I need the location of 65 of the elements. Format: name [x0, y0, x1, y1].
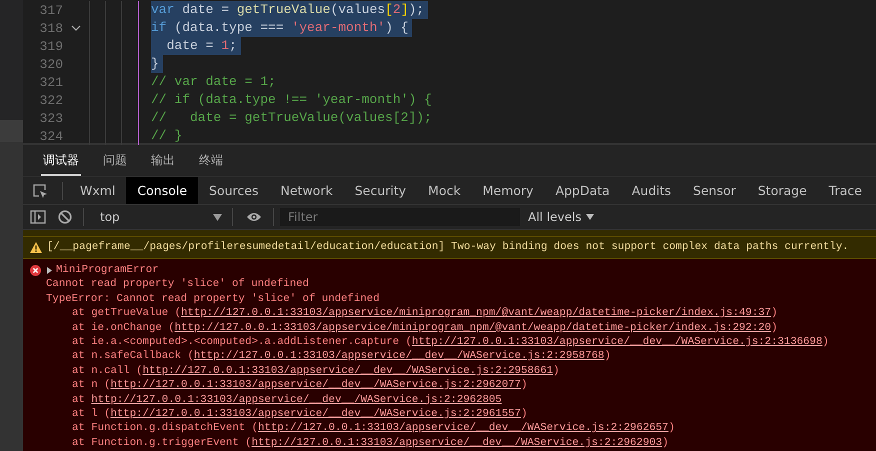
caret-icon — [586, 214, 594, 220]
code-line: // } — [151, 127, 184, 145]
stack-trace-line: at n.safeCallback (http://127.0.0.1:33103/appservice/__dev__/WAService.js:2:2958768) — [71, 349, 612, 364]
code-line: // var date = 1; — [151, 73, 277, 91]
stack-trace-line: at n.call (http://127.0.0.1:33103/appservice/__dev__/WAService.js:2:2958661) — [71, 364, 560, 378]
eye-icon[interactable] — [246, 211, 262, 223]
line-number: 317 — [38, 2, 63, 18]
devtools-tab[interactable]: Mock — [417, 177, 472, 204]
devtools-tab[interactable]: Trace — [818, 177, 873, 204]
warning-icon — [30, 242, 42, 253]
stack-trace-line: at Function.g.triggerEvent (http://127.0.0.1:33103/appservice/__dev__/WAService.js:2:2962903) — [71, 436, 670, 450]
devtools-tab[interactable]: AppData — [544, 177, 621, 204]
panel-tab[interactable]: 调试器 — [41, 146, 81, 176]
source-link[interactable]: http://127.0.0.1:33103/appservice/miniprogram_npm/@vant/weapp/datetime-picker/index.js:292:20 — [174, 322, 772, 334]
clear-icon[interactable] — [58, 210, 72, 224]
error-icon — [30, 265, 41, 276]
warning-text: [/__pageframe__/pages/profileresumedetail/education/education] Two-way binding does not support complex data paths currently. — [47, 240, 849, 254]
source-link[interactable]: http://127.0.0.1:33103/appservice/__dev__/WAService.js:2:2958768 — [194, 350, 604, 362]
source-link[interactable]: http://127.0.0.1:33103/appservice/__dev__/WAService.js:2:3136698 — [412, 336, 822, 348]
line-number: 320 — [38, 56, 63, 72]
filter-field[interactable]: Filter — [280, 208, 520, 226]
devtools-tab[interactable]: Security — [344, 177, 418, 204]
panel-tab[interactable]: 输出 — [149, 146, 177, 176]
stack-trace-line: at getTrueValue (http://127.0.0.1:33103/appservice/miniprogram_npm/@vant/weapp/datetime-picker/index.js:49:37) — [71, 306, 778, 321]
devtools-tab[interactable]: Sensor — [682, 177, 747, 204]
panel-tab[interactable]: 问题 — [101, 146, 129, 176]
code-line: // if (data.type !== 'year-month') { — [151, 91, 433, 109]
line-number: 318 — [38, 20, 63, 36]
source-link[interactable]: http://127.0.0.1:33103/appservice/miniprogram_npm/@vant/weapp/datetime-picker/index.js:49:37 — [181, 307, 772, 320]
devtools-tab[interactable]: Storage — [746, 177, 818, 204]
stack-trace-line: at ie.onChange (http://127.0.0.1:33103/appservice/miniprogram_npm/@vant/weapp/datetime-picker/index.js:292:20) — [71, 320, 779, 336]
devtools-tab[interactable]: Console — [126, 177, 198, 204]
caret-icon — [213, 214, 222, 220]
devtools-tab[interactable]: Wxml — [69, 177, 126, 204]
stack-trace-line: at n (http://127.0.0.1:33103/appservice/__dev__/WAService.js:2:2962077) — [71, 378, 528, 393]
line-number: 324 — [38, 128, 63, 144]
devtools-tab[interactable]: Audits — [620, 177, 682, 204]
line-number: 323 — [38, 110, 63, 126]
source-link[interactable]: http://127.0.0.1:33103/appservice/__dev__/WAService.js:2:2962657 — [258, 422, 668, 434]
line-number: 319 — [38, 38, 63, 54]
source-link[interactable]: http://127.0.0.1:33103/appservice/__dev__/WAService.js:2:2962903 — [252, 436, 662, 449]
line-number: 322 — [38, 92, 63, 108]
code-line: // date = getTrueValue(values[2]); — [151, 109, 433, 127]
devtools-tab[interactable]: Memory — [472, 177, 544, 204]
source-link[interactable]: http://127.0.0.1:33103/appservice/__dev__/WAService.js:2:2962805 — [91, 394, 502, 406]
context-select[interactable]: top — [90, 210, 226, 224]
devtools-tab[interactable]: Network — [270, 177, 344, 204]
stack-trace-line: at ie.a.<computed>.<computed>.a.addListener.capture (http://127.0.0.1:33103/appservice/__dev__/WAService.js:2:3136698) — [71, 335, 829, 350]
levels-select[interactable]: All levels — [528, 210, 594, 224]
error-text: Cannot read property 'slice' of undefined — [46, 277, 310, 292]
devtools-tab[interactable]: Sources — [198, 177, 270, 204]
line-number: 321 — [38, 74, 63, 90]
stack-trace-line: at l (http://127.0.0.1:33103/appservice/__dev__/WAService.js:2:2961557) — [71, 407, 528, 422]
chevron-down-icon[interactable] — [71, 25, 81, 31]
error-title[interactable]: MiniProgramError — [56, 263, 159, 278]
stack-trace-line: at Function.g.dispatchEvent (http://127.0.0.1:33103/appservice/__dev__/WAService.js:2:2962657) — [71, 421, 676, 436]
expand-triangle-icon[interactable] — [46, 266, 53, 274]
stack-trace-line: at http://127.0.0.1:33103/appservice/__dev__/WAService.js:2:2962805 — [71, 392, 503, 408]
source-link[interactable]: http://127.0.0.1:33103/appservice/__dev__/WAService.js:2:2958661 — [142, 364, 554, 377]
error-text: TypeError: Cannot read property 'slice' of undefined — [46, 292, 381, 306]
panel-tab[interactable]: 终端 — [197, 146, 225, 176]
source-link[interactable]: http://127.0.0.1:33103/appservice/__dev__/WAService.js:2:2961557 — [110, 408, 521, 420]
inspect-cursor-icon[interactable] — [32, 182, 48, 198]
source-link[interactable]: http://127.0.0.1:33103/appservice/__dev__/WAService.js:2:2962077 — [110, 379, 521, 392]
sidebar-toggle-icon[interactable] — [30, 210, 46, 224]
